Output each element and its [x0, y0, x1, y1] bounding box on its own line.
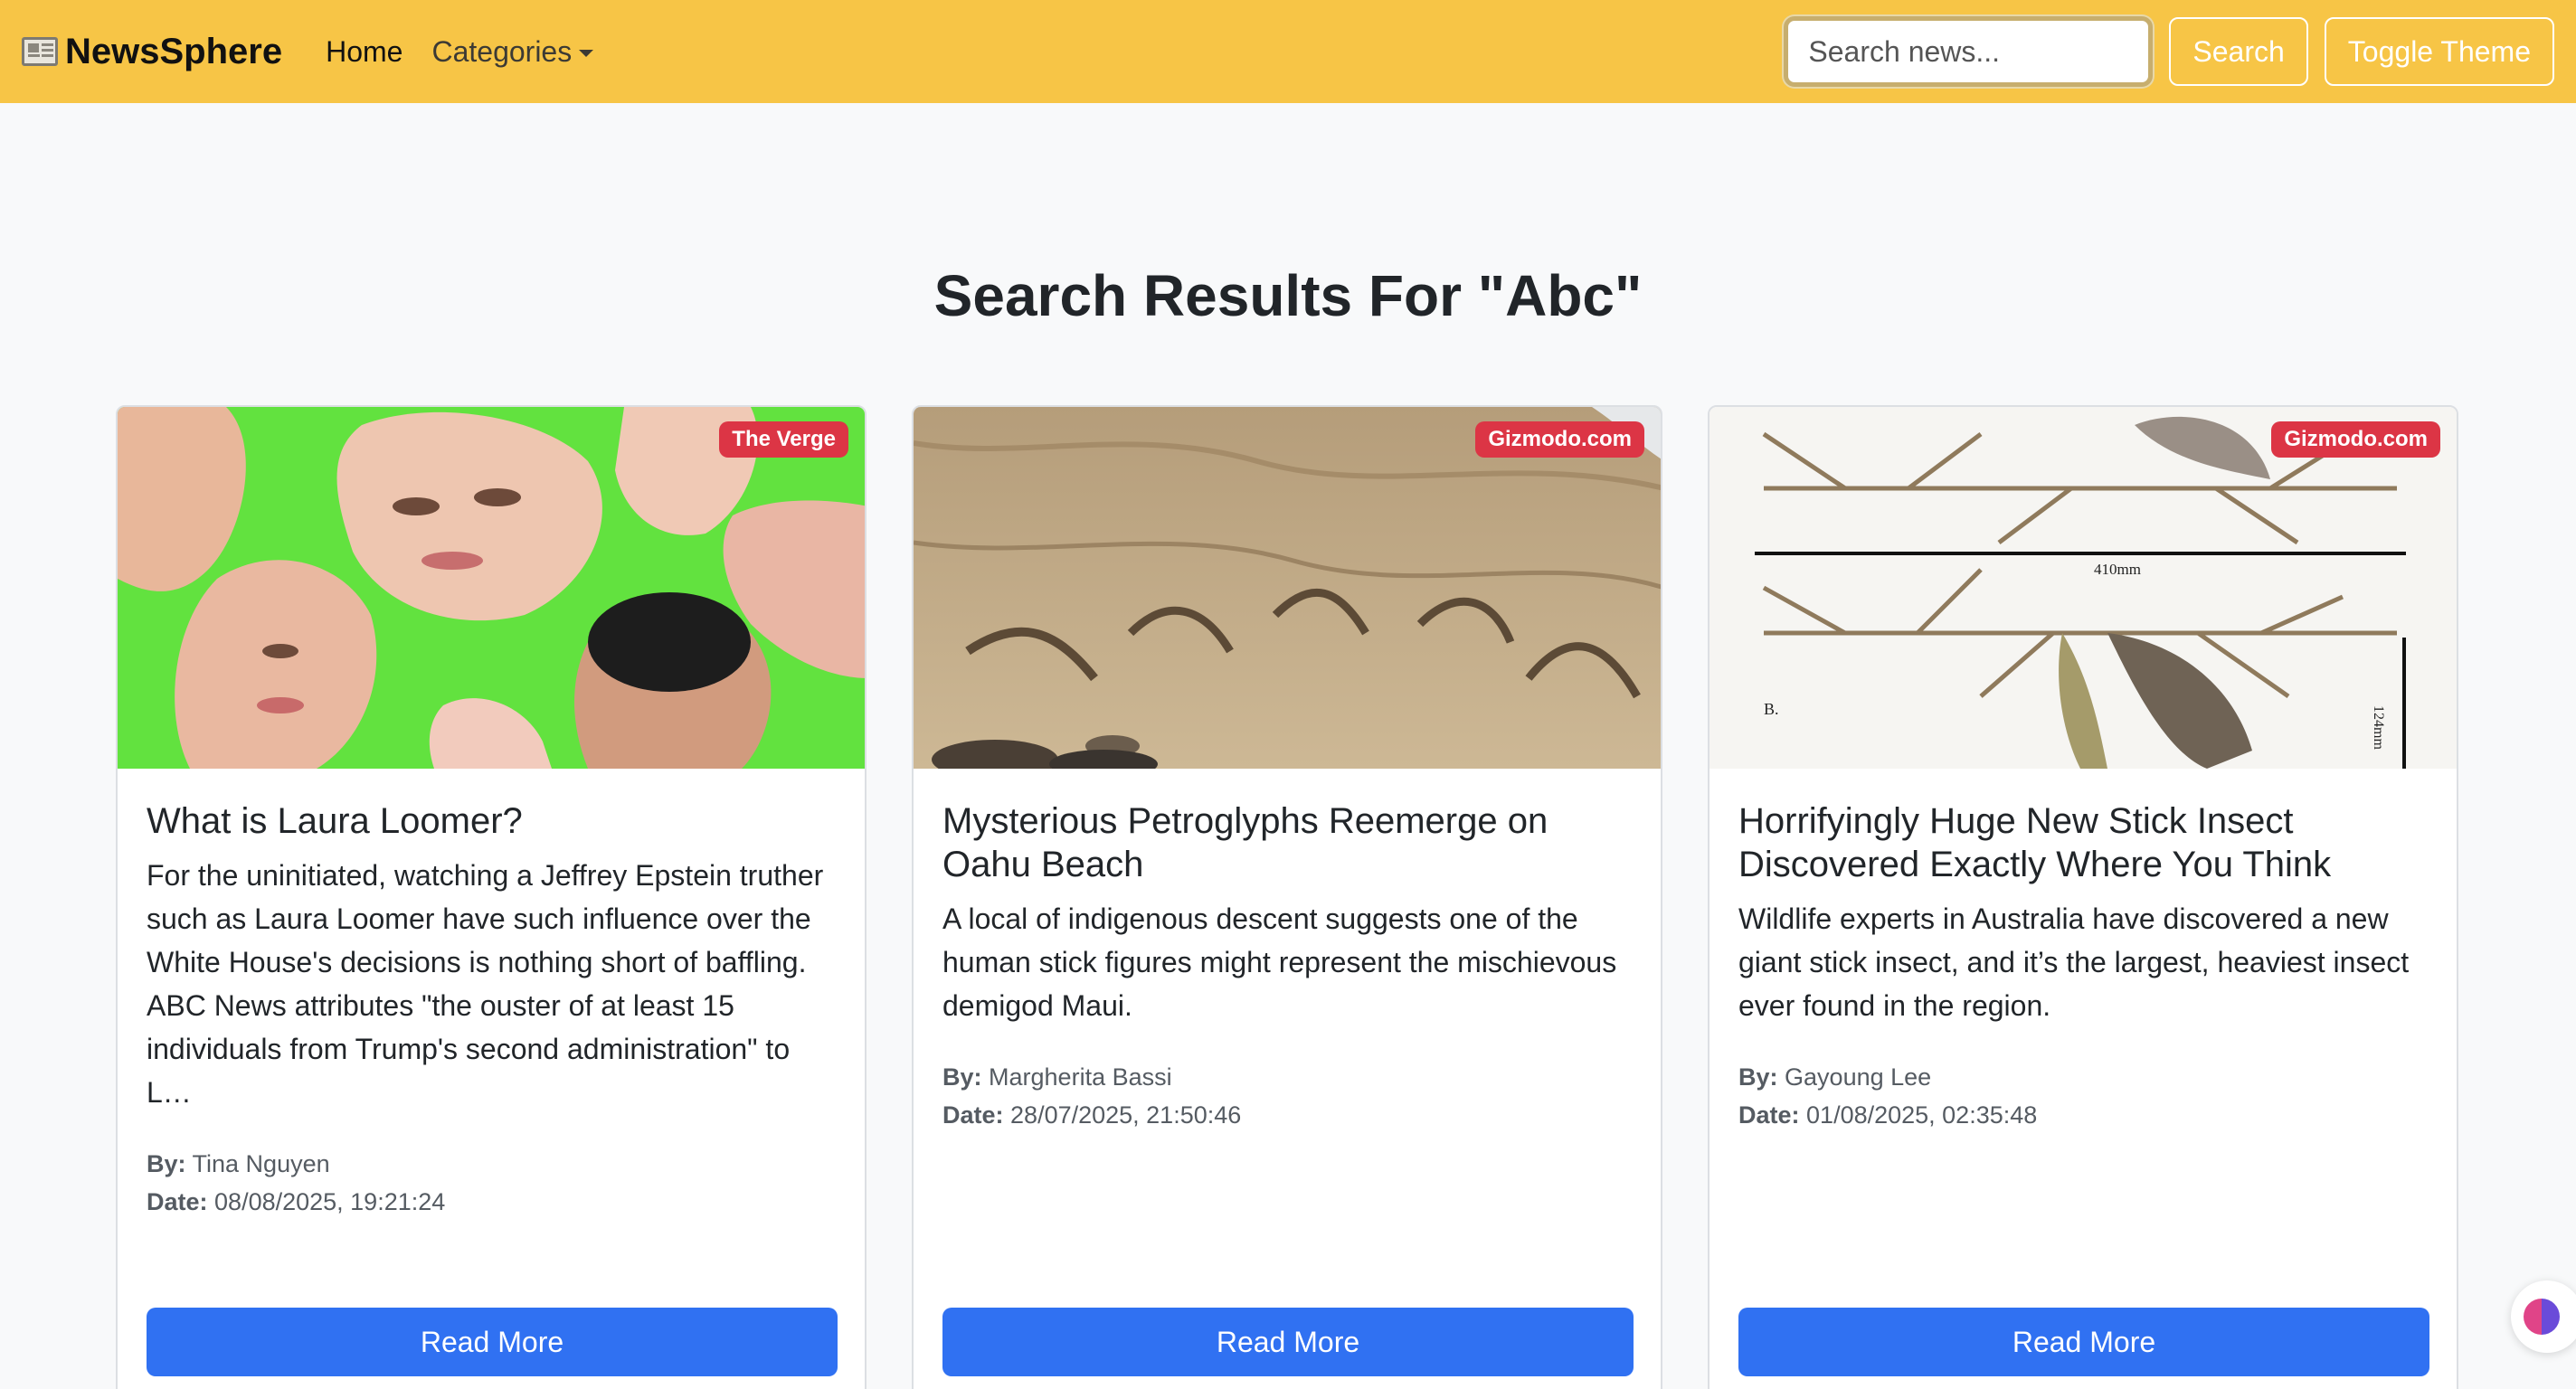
read-more-button[interactable]: Read More	[942, 1308, 1634, 1376]
card-date: Date: 01/08/2025, 02:35:48	[1738, 1096, 2428, 1134]
caret-down-icon	[579, 50, 594, 58]
card-image: 410mm 124mm B. Gizmodo.com	[1709, 407, 2457, 769]
source-badge: Gizmodo.com	[2271, 421, 2440, 458]
date-value: 08/08/2025, 19:21:24	[214, 1188, 446, 1215]
card-title: Mysterious Petroglyphs Reemerge on Oahu …	[942, 801, 1548, 884]
beach-image	[914, 407, 1661, 769]
page-title: Search Results For "Abc"	[933, 263, 1643, 328]
author-label: By:	[942, 1063, 982, 1091]
date-label: Date:	[147, 1188, 208, 1215]
source-badge: Gizmodo.com	[1475, 421, 1644, 458]
search-input[interactable]	[1784, 16, 2154, 87]
card-description: Wildlife experts in Australia have disco…	[1738, 902, 2410, 1022]
nav-search-area: Search Toggle Theme	[1784, 16, 2554, 87]
news-card: Gizmodo.com Mysterious Petroglyphs Reeme…	[912, 405, 1662, 1389]
card-title: Horrifyingly Huge New Stick Insect Disco…	[1738, 801, 2332, 884]
source-badge: The Verge	[719, 421, 848, 458]
card-description: For the uninitiated, watching a Jeffrey …	[147, 859, 824, 1109]
height-label: 124mm	[2371, 705, 2386, 750]
card-body: What is Laura Loomer? For the uninitiate…	[118, 769, 865, 1221]
date-value: 28/07/2025, 21:50:46	[1010, 1101, 1242, 1129]
read-more-button[interactable]: Read More	[147, 1308, 838, 1376]
nav-home-link[interactable]: Home	[326, 35, 402, 69]
card-author: By: Gayoung Lee	[1738, 1058, 2428, 1096]
card-body: Horrifyingly Huge New Stick Insect Disco…	[1709, 769, 2457, 1134]
card-date: Date: 08/08/2025, 19:21:24	[147, 1183, 836, 1221]
panel-label: B.	[1764, 700, 1779, 718]
collage-image	[118, 407, 865, 769]
card-description: A local of indigenous descent suggests o…	[942, 902, 1617, 1022]
author-name: Margherita Bassi	[989, 1063, 1172, 1091]
author-name: Tina Nguyen	[192, 1150, 330, 1177]
card-title: What is Laura Loomer?	[147, 801, 523, 841]
assistant-button[interactable]	[2511, 1280, 2576, 1353]
toggle-theme-button[interactable]: Toggle Theme	[2324, 17, 2554, 86]
author-label: By:	[147, 1150, 186, 1177]
brain-icon	[2524, 1299, 2560, 1335]
author-label: By:	[1738, 1063, 1778, 1091]
length-label: 410mm	[2094, 561, 2141, 578]
newspaper-icon	[22, 37, 58, 66]
card-author: By: Tina Nguyen	[147, 1145, 836, 1183]
brand-name: NewsSphere	[65, 31, 283, 71]
search-button[interactable]: Search	[2169, 17, 2308, 86]
date-value: 01/08/2025, 02:35:48	[1806, 1101, 2038, 1129]
author-name: Gayoung Lee	[1785, 1063, 1932, 1091]
card-image: The Verge	[118, 407, 865, 769]
brand[interactable]: NewsSphere	[22, 32, 282, 72]
date-label: Date:	[1738, 1101, 1800, 1129]
card-image: Gizmodo.com	[914, 407, 1661, 769]
date-label: Date:	[942, 1101, 1004, 1129]
news-card: 410mm 124mm B. Gizmodo.com Horrifyingly …	[1708, 405, 2458, 1389]
news-card: The Verge What is Laura Loomer? For the …	[116, 405, 867, 1389]
nav-categories-label: Categories	[431, 34, 573, 68]
read-more-button[interactable]: Read More	[1738, 1308, 2429, 1376]
card-body: Mysterious Petroglyphs Reemerge on Oahu …	[914, 769, 1661, 1134]
card-date: Date: 28/07/2025, 21:50:46	[942, 1096, 1632, 1134]
navbar: NewsSphere Home Categories Search Toggle…	[0, 0, 2576, 103]
stick-insect-image: 410mm 124mm B.	[1709, 407, 2457, 769]
card-author: By: Margherita Bassi	[942, 1058, 1632, 1096]
nav-categories-dropdown[interactable]: Categories	[431, 34, 594, 69]
